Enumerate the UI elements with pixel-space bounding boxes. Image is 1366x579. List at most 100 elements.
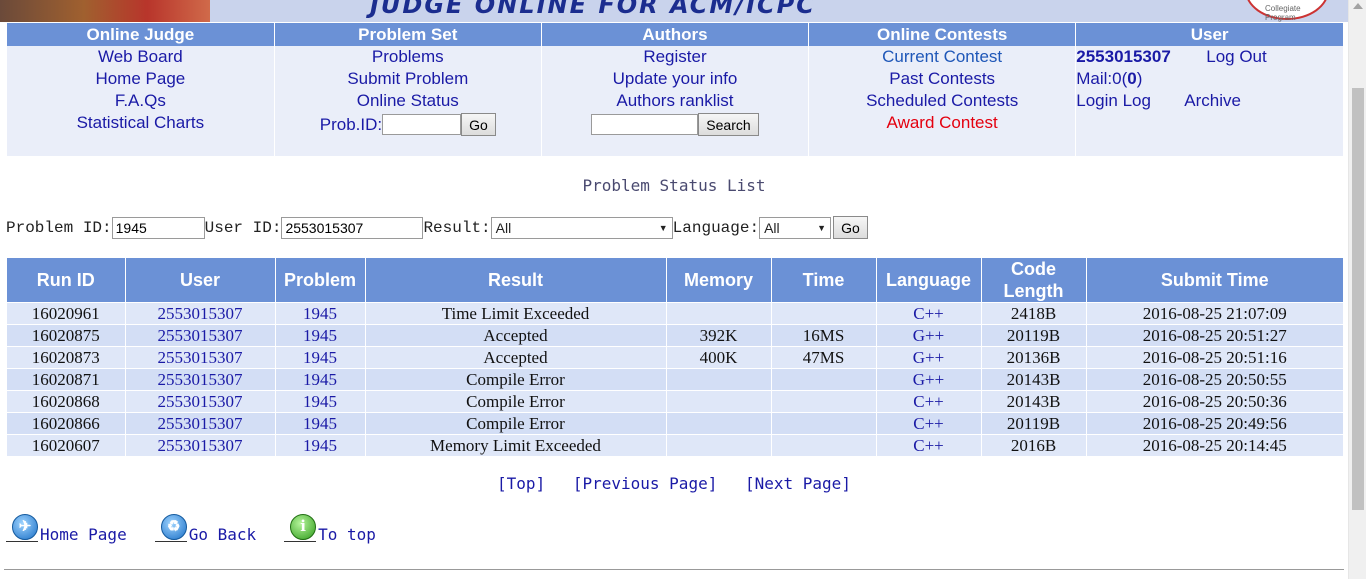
user-cell[interactable]: 2553015307: [125, 368, 276, 391]
footer-home-label: Home Page: [40, 525, 127, 544]
problem-cell[interactable]: 1945: [275, 412, 366, 435]
user-link[interactable]: 2553015307: [158, 370, 243, 389]
user-link[interactable]: 2553015307: [158, 348, 243, 367]
prob-id-input[interactable]: [382, 114, 462, 135]
user-link[interactable]: 2553015307: [158, 326, 243, 345]
language-select[interactable]: All ▼: [759, 216, 832, 239]
author-search-button[interactable]: Search: [698, 113, 759, 136]
problem-link[interactable]: 1945: [303, 414, 337, 433]
code-length-cell: 2418B: [981, 302, 1087, 325]
language-link[interactable]: G++: [913, 326, 944, 345]
language-link[interactable]: C++: [913, 392, 944, 411]
problem-cell[interactable]: 1945: [275, 324, 366, 347]
faqs-link[interactable]: F.A.Qs: [7, 90, 274, 112]
time-cell: [771, 434, 877, 456]
mail-link[interactable]: Mail:0(0): [1076, 68, 1142, 90]
result-cell: Memory Limit Exceeded: [365, 434, 667, 456]
problem-link[interactable]: 1945: [303, 436, 337, 455]
user-cell[interactable]: 2553015307: [125, 434, 276, 456]
col-time: Time: [771, 258, 877, 303]
time-cell: [771, 390, 877, 413]
language-link[interactable]: G++: [913, 348, 944, 367]
logout-link[interactable]: Log Out: [1206, 46, 1267, 68]
result-select[interactable]: All ▼: [490, 216, 673, 239]
scroll-up-icon[interactable]: [1353, 3, 1363, 9]
current-user-link[interactable]: 2553015307: [1076, 46, 1206, 68]
run-id-cell: 16020875: [7, 324, 126, 347]
user-cell[interactable]: 2553015307: [125, 412, 276, 435]
statistical-charts-link[interactable]: Statistical Charts: [7, 112, 274, 134]
current-contest-link[interactable]: Current Contest: [809, 46, 1075, 68]
footer-top-link[interactable]: i To top: [284, 514, 376, 544]
memory-cell: [666, 368, 772, 391]
user-link[interactable]: 2553015307: [158, 304, 243, 323]
scheduled-contests-link[interactable]: Scheduled Contests: [809, 90, 1075, 112]
footer-back-link[interactable]: ♻ Go Back: [154, 514, 256, 544]
update-info-link[interactable]: Update your info: [542, 68, 808, 90]
pager-next-link[interactable]: [Next Page]: [745, 474, 851, 493]
problem-link[interactable]: 1945: [303, 392, 337, 411]
problem-cell[interactable]: 1945: [275, 368, 366, 391]
user-cell[interactable]: 2553015307: [125, 302, 276, 325]
language-cell[interactable]: G++: [876, 346, 982, 369]
user-link[interactable]: 2553015307: [158, 414, 243, 433]
site-banner: JUDGE ONLINE FOR ACM/ICPC Collegiate Pro…: [0, 0, 1348, 22]
language-cell[interactable]: C++: [876, 434, 982, 456]
author-search-input[interactable]: [591, 114, 699, 135]
user-cell[interactable]: 2553015307: [125, 324, 276, 347]
language-link[interactable]: G++: [913, 370, 944, 389]
pager-previous-link[interactable]: [Previous Page]: [573, 474, 718, 493]
award-contest-link[interactable]: Award Contest: [809, 112, 1075, 134]
problem-link[interactable]: 1945: [303, 348, 337, 367]
info-icon: i: [284, 514, 317, 544]
code-length-cell: 20143B: [981, 368, 1087, 391]
col-result: Result: [365, 258, 667, 303]
problem-cell[interactable]: 1945: [275, 390, 366, 413]
home-page-link[interactable]: Home Page: [7, 68, 274, 90]
nav-authors: Register Update your info Authors rankli…: [541, 46, 810, 156]
submit-time-cell: 2016-08-25 20:50:36: [1086, 390, 1343, 413]
user-cell[interactable]: 2553015307: [125, 346, 276, 369]
table-row: 16020866 2553015307 1945 Compile Error C++ 20…: [7, 412, 1343, 435]
submit-problem-link[interactable]: Submit Problem: [275, 68, 541, 90]
problem-id-input[interactable]: [111, 216, 205, 239]
register-link[interactable]: Register: [542, 46, 808, 68]
language-link[interactable]: C++: [913, 304, 944, 323]
filter-go-button[interactable]: Go: [833, 216, 868, 239]
problems-link[interactable]: Problems: [275, 46, 541, 68]
language-link[interactable]: C++: [913, 436, 944, 455]
problem-cell[interactable]: 1945: [275, 434, 366, 456]
archive-link[interactable]: Archive: [1184, 90, 1241, 112]
language-link[interactable]: C++: [913, 414, 944, 433]
authors-ranklist-link[interactable]: Authors ranklist: [542, 90, 808, 112]
past-contests-link[interactable]: Past Contests: [809, 68, 1075, 90]
prob-id-go-button[interactable]: Go: [461, 113, 496, 136]
problem-link[interactable]: 1945: [303, 370, 337, 389]
problem-link[interactable]: 1945: [303, 304, 337, 323]
login-log-link[interactable]: Login Log: [1076, 90, 1184, 112]
web-board-link[interactable]: Web Board: [7, 46, 274, 68]
result-select-value: All: [495, 219, 512, 236]
user-id-input[interactable]: [281, 216, 424, 239]
language-cell[interactable]: C++: [876, 390, 982, 413]
user-link[interactable]: 2553015307: [158, 436, 243, 455]
online-status-link[interactable]: Online Status: [275, 90, 541, 112]
footer-home-link[interactable]: ✈ Home Page: [6, 514, 127, 544]
code-length-cell: 20119B: [981, 324, 1087, 347]
mail-count: 0: [1127, 69, 1137, 88]
language-cell[interactable]: C++: [876, 302, 982, 325]
user-cell[interactable]: 2553015307: [125, 390, 276, 413]
language-cell[interactable]: G++: [876, 324, 982, 347]
problem-cell[interactable]: 1945: [275, 346, 366, 369]
problem-link[interactable]: 1945: [303, 326, 337, 345]
pager-top-link[interactable]: [Top]: [497, 474, 545, 493]
time-cell: 16MS: [771, 324, 877, 347]
language-cell[interactable]: C++: [876, 412, 982, 435]
page-title: Problem Status List: [582, 176, 766, 195]
language-cell[interactable]: G++: [876, 368, 982, 391]
vertical-scrollbar[interactable]: [1348, 0, 1366, 579]
user-link[interactable]: 2553015307: [158, 392, 243, 411]
scrollbar-thumb[interactable]: [1352, 88, 1364, 510]
problem-cell[interactable]: 1945: [275, 302, 366, 325]
run-id-cell: 16020866: [7, 412, 126, 435]
